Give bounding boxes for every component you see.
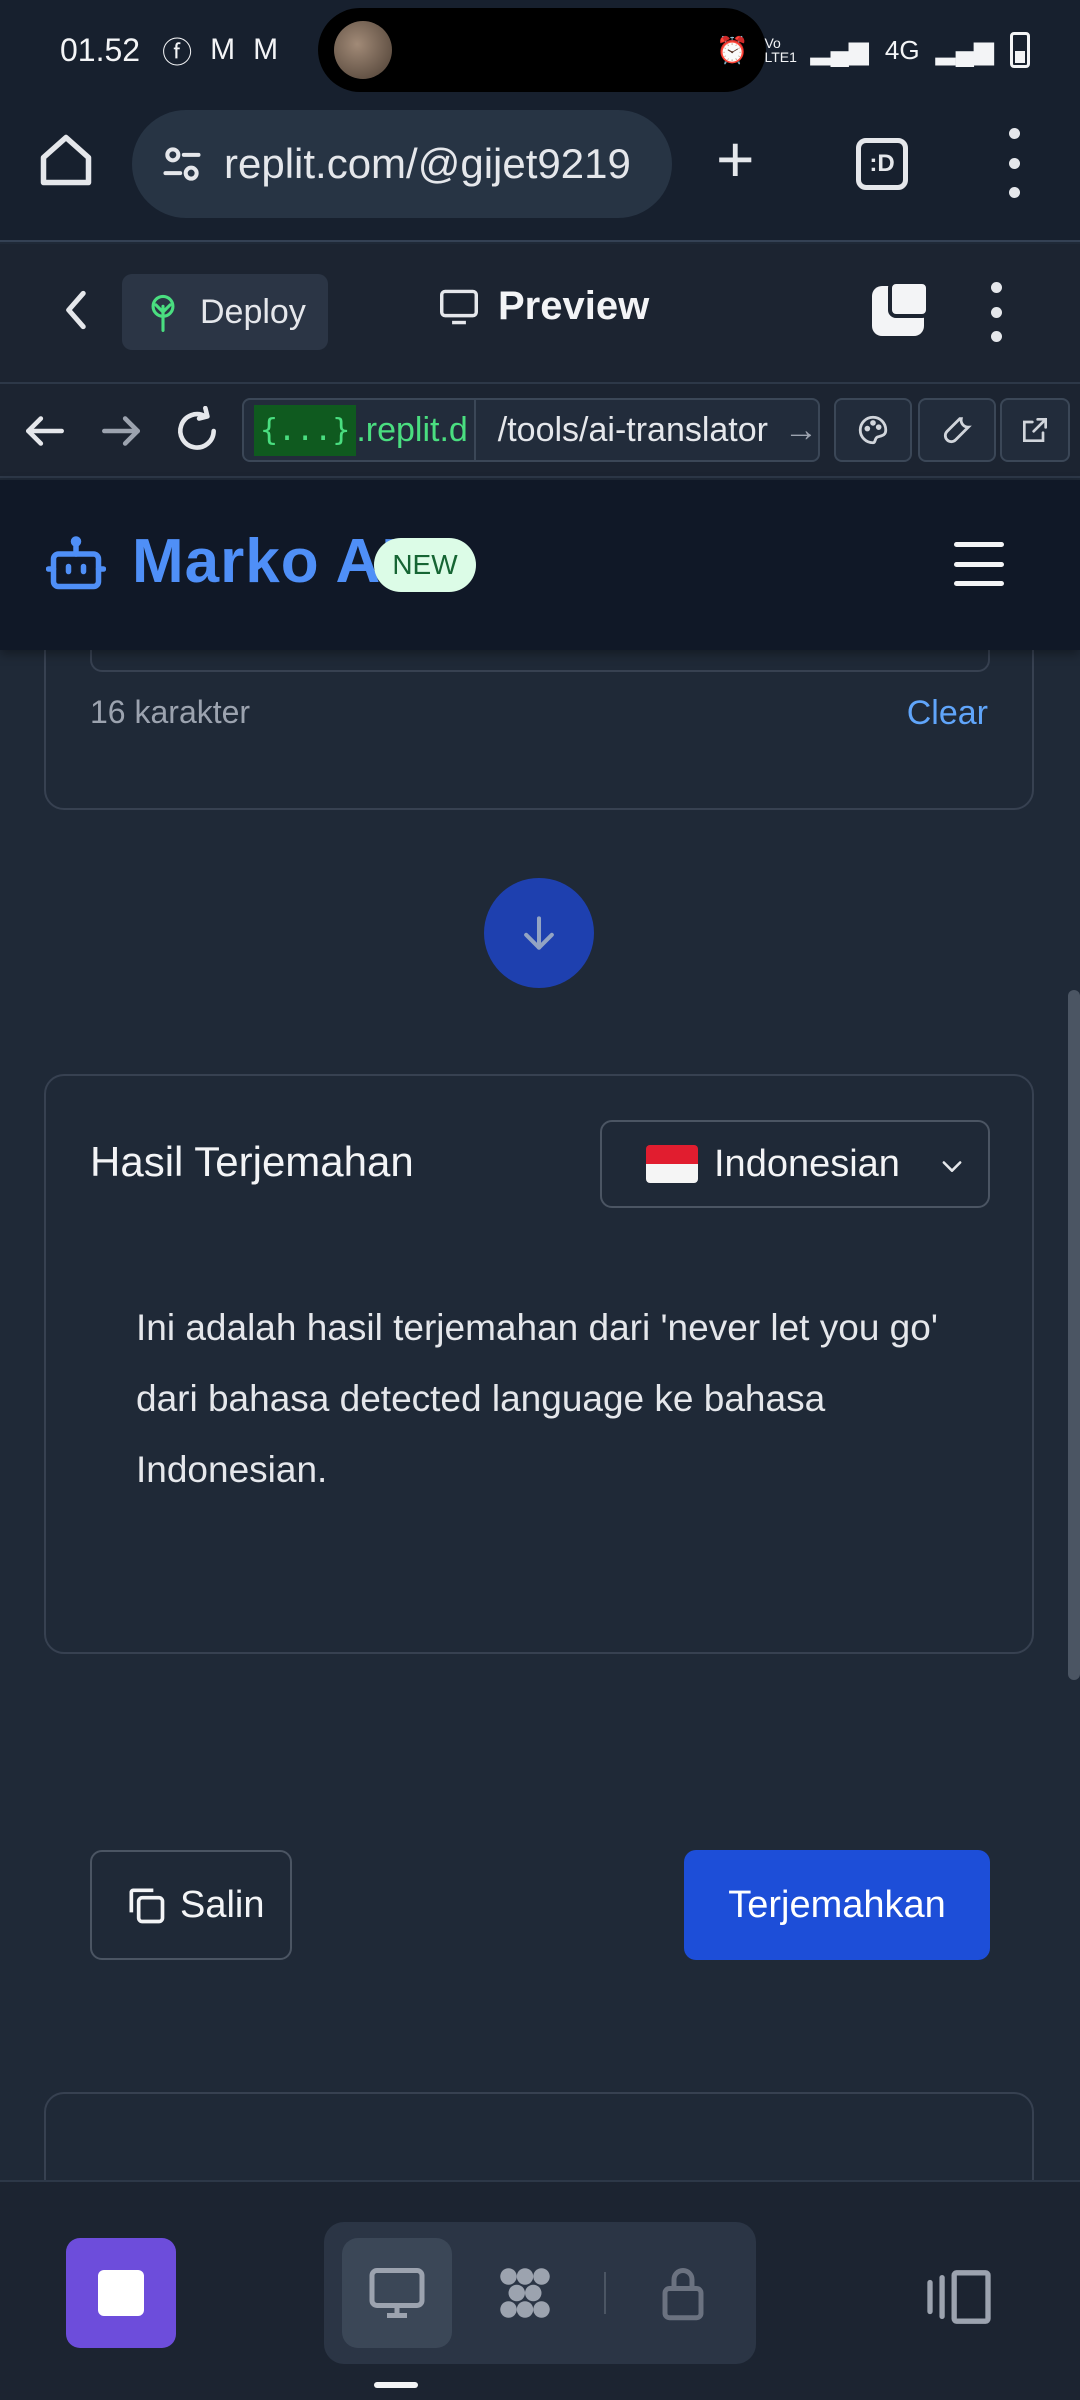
copy-button[interactable]: Salin bbox=[90, 1850, 292, 1960]
webview-toolbar: {...} .replit.d /tools/ai-translator → bbox=[0, 382, 1080, 478]
arrow-down-icon bbox=[524, 916, 554, 950]
browser-toolbar: replit.com/@gijet9219 + :D bbox=[0, 100, 1080, 242]
segment-divider bbox=[604, 2272, 606, 2314]
deploy-icon bbox=[151, 294, 175, 332]
url-bar[interactable]: replit.com/@gijet9219 bbox=[132, 110, 672, 218]
copy-icon bbox=[129, 1888, 165, 1924]
media-thumbnail bbox=[334, 21, 392, 79]
preview-label: Preview bbox=[498, 284, 650, 328]
chevron-down-icon bbox=[942, 1161, 962, 1172]
sidebar-toggle-icon[interactable] bbox=[924, 2268, 994, 2326]
view-switcher bbox=[324, 2222, 756, 2364]
clear-button[interactable]: Clear bbox=[907, 694, 988, 733]
dynamic-island bbox=[318, 8, 766, 92]
grid-blob-icon bbox=[500, 2268, 550, 2318]
robot-icon bbox=[46, 536, 106, 590]
replit-toolbar: Deploy Preview bbox=[0, 244, 1080, 382]
workspace-view-button[interactable] bbox=[470, 2238, 580, 2348]
facebook-icon: ⓕ bbox=[162, 37, 193, 70]
gmail-icon: M bbox=[253, 33, 279, 66]
external-link-icon bbox=[1023, 418, 1047, 442]
stop-button[interactable] bbox=[66, 2238, 176, 2348]
replit-menu-icon[interactable] bbox=[984, 282, 1008, 342]
reload-icon[interactable] bbox=[172, 406, 222, 456]
next-card bbox=[44, 2092, 1034, 2180]
url-text[interactable]: replit.com/@gijet9219 bbox=[224, 140, 631, 188]
result-card: Hasil Terjemahan Indonesian Ini adalah h… bbox=[44, 1074, 1034, 1960]
secrets-button[interactable] bbox=[628, 2238, 738, 2348]
app-header: Marko AI NEW bbox=[0, 480, 1080, 650]
deploy-button[interactable]: Deploy bbox=[122, 274, 328, 350]
monitor-icon bbox=[369, 2268, 425, 2318]
chevron-left-icon[interactable] bbox=[52, 280, 102, 340]
devtools-button[interactable] bbox=[918, 398, 996, 462]
webview-address-bar[interactable]: {...} .replit.d /tools/ai-translator → bbox=[242, 398, 820, 462]
lock-icon bbox=[662, 2268, 704, 2321]
status-bar: 01.52 ⓕ M M ⏰ Vo LTE1 ▂▄▆ 4G ▂▄▆ bbox=[0, 0, 1080, 100]
indonesia-flag-icon bbox=[646, 1145, 698, 1183]
home-icon[interactable] bbox=[36, 130, 96, 190]
webview-path[interactable]: /tools/ai-translator bbox=[498, 411, 768, 450]
character-count: 16 karakter bbox=[90, 694, 251, 730]
new-badge: NEW bbox=[374, 538, 476, 592]
go-arrow-icon[interactable]: → bbox=[784, 411, 818, 450]
preview-view-button[interactable] bbox=[342, 2238, 452, 2348]
deploy-label: Deploy bbox=[200, 292, 306, 331]
webview-host: .replit.d bbox=[356, 410, 468, 449]
forward-arrow-icon[interactable] bbox=[96, 406, 146, 456]
target-language-value: Indonesian bbox=[714, 1142, 900, 1185]
back-arrow-icon[interactable] bbox=[20, 406, 70, 456]
alarm-icon: ⏰ bbox=[716, 34, 749, 65]
wrench-icon bbox=[943, 417, 972, 444]
gmail-icon: M bbox=[210, 33, 236, 66]
target-language-select[interactable]: Indonesian bbox=[600, 1120, 990, 1208]
status-icons: ⏰ Vo LTE1 ▂▄▆ 4G ▂▄▆ bbox=[716, 0, 1030, 100]
tab-switcher-button[interactable]: :D bbox=[856, 138, 908, 190]
network-type: 4G bbox=[884, 34, 920, 65]
volte-indicator: Vo LTE1 bbox=[764, 35, 797, 65]
scrollbar[interactable] bbox=[1068, 990, 1080, 1680]
new-window-icon[interactable] bbox=[872, 280, 930, 336]
translate-button[interactable]: Terjemahkan bbox=[684, 1850, 990, 1960]
stop-icon bbox=[98, 2270, 144, 2316]
signal-icon: ▂▄▆ bbox=[810, 34, 869, 65]
app-logo-text[interactable]: Marko AI bbox=[132, 526, 400, 597]
hamburger-menu-icon[interactable] bbox=[954, 542, 1004, 586]
signal-icon: ▂▄▆ bbox=[935, 34, 994, 65]
input-card: 16 karakter Clear bbox=[44, 650, 1034, 810]
home-indicator[interactable] bbox=[374, 2382, 418, 2388]
repl-badge: {...} bbox=[254, 404, 357, 456]
open-external-button[interactable] bbox=[1000, 398, 1070, 462]
swap-direction-button[interactable] bbox=[484, 878, 594, 988]
status-time: 01.52 bbox=[60, 31, 141, 68]
address-divider bbox=[473, 400, 476, 460]
source-textarea[interactable] bbox=[90, 650, 990, 672]
monitor-icon bbox=[440, 289, 478, 324]
battery-icon bbox=[1010, 32, 1030, 68]
palette-icon bbox=[858, 415, 888, 445]
site-settings-icon[interactable] bbox=[160, 142, 204, 186]
result-title: Hasil Terjemahan bbox=[90, 1138, 414, 1185]
copy-label: Salin bbox=[180, 1883, 265, 1926]
preview-tab[interactable]: Preview bbox=[438, 284, 649, 329]
screen: 01.52 ⓕ M M ⏰ Vo LTE1 ▂▄▆ 4G ▂▄▆ replit.… bbox=[0, 0, 1080, 2400]
palette-button[interactable] bbox=[834, 398, 912, 462]
new-tab-icon[interactable]: + bbox=[716, 126, 755, 192]
browser-menu-icon[interactable] bbox=[1000, 128, 1028, 198]
replit-bottom-bar bbox=[0, 2180, 1080, 2400]
main-content: 16 karakter Clear Hasil Terjemahan Indon… bbox=[0, 650, 1080, 2180]
translation-output: Ini adalah hasil terjemahan dari 'never … bbox=[136, 1307, 938, 1490]
